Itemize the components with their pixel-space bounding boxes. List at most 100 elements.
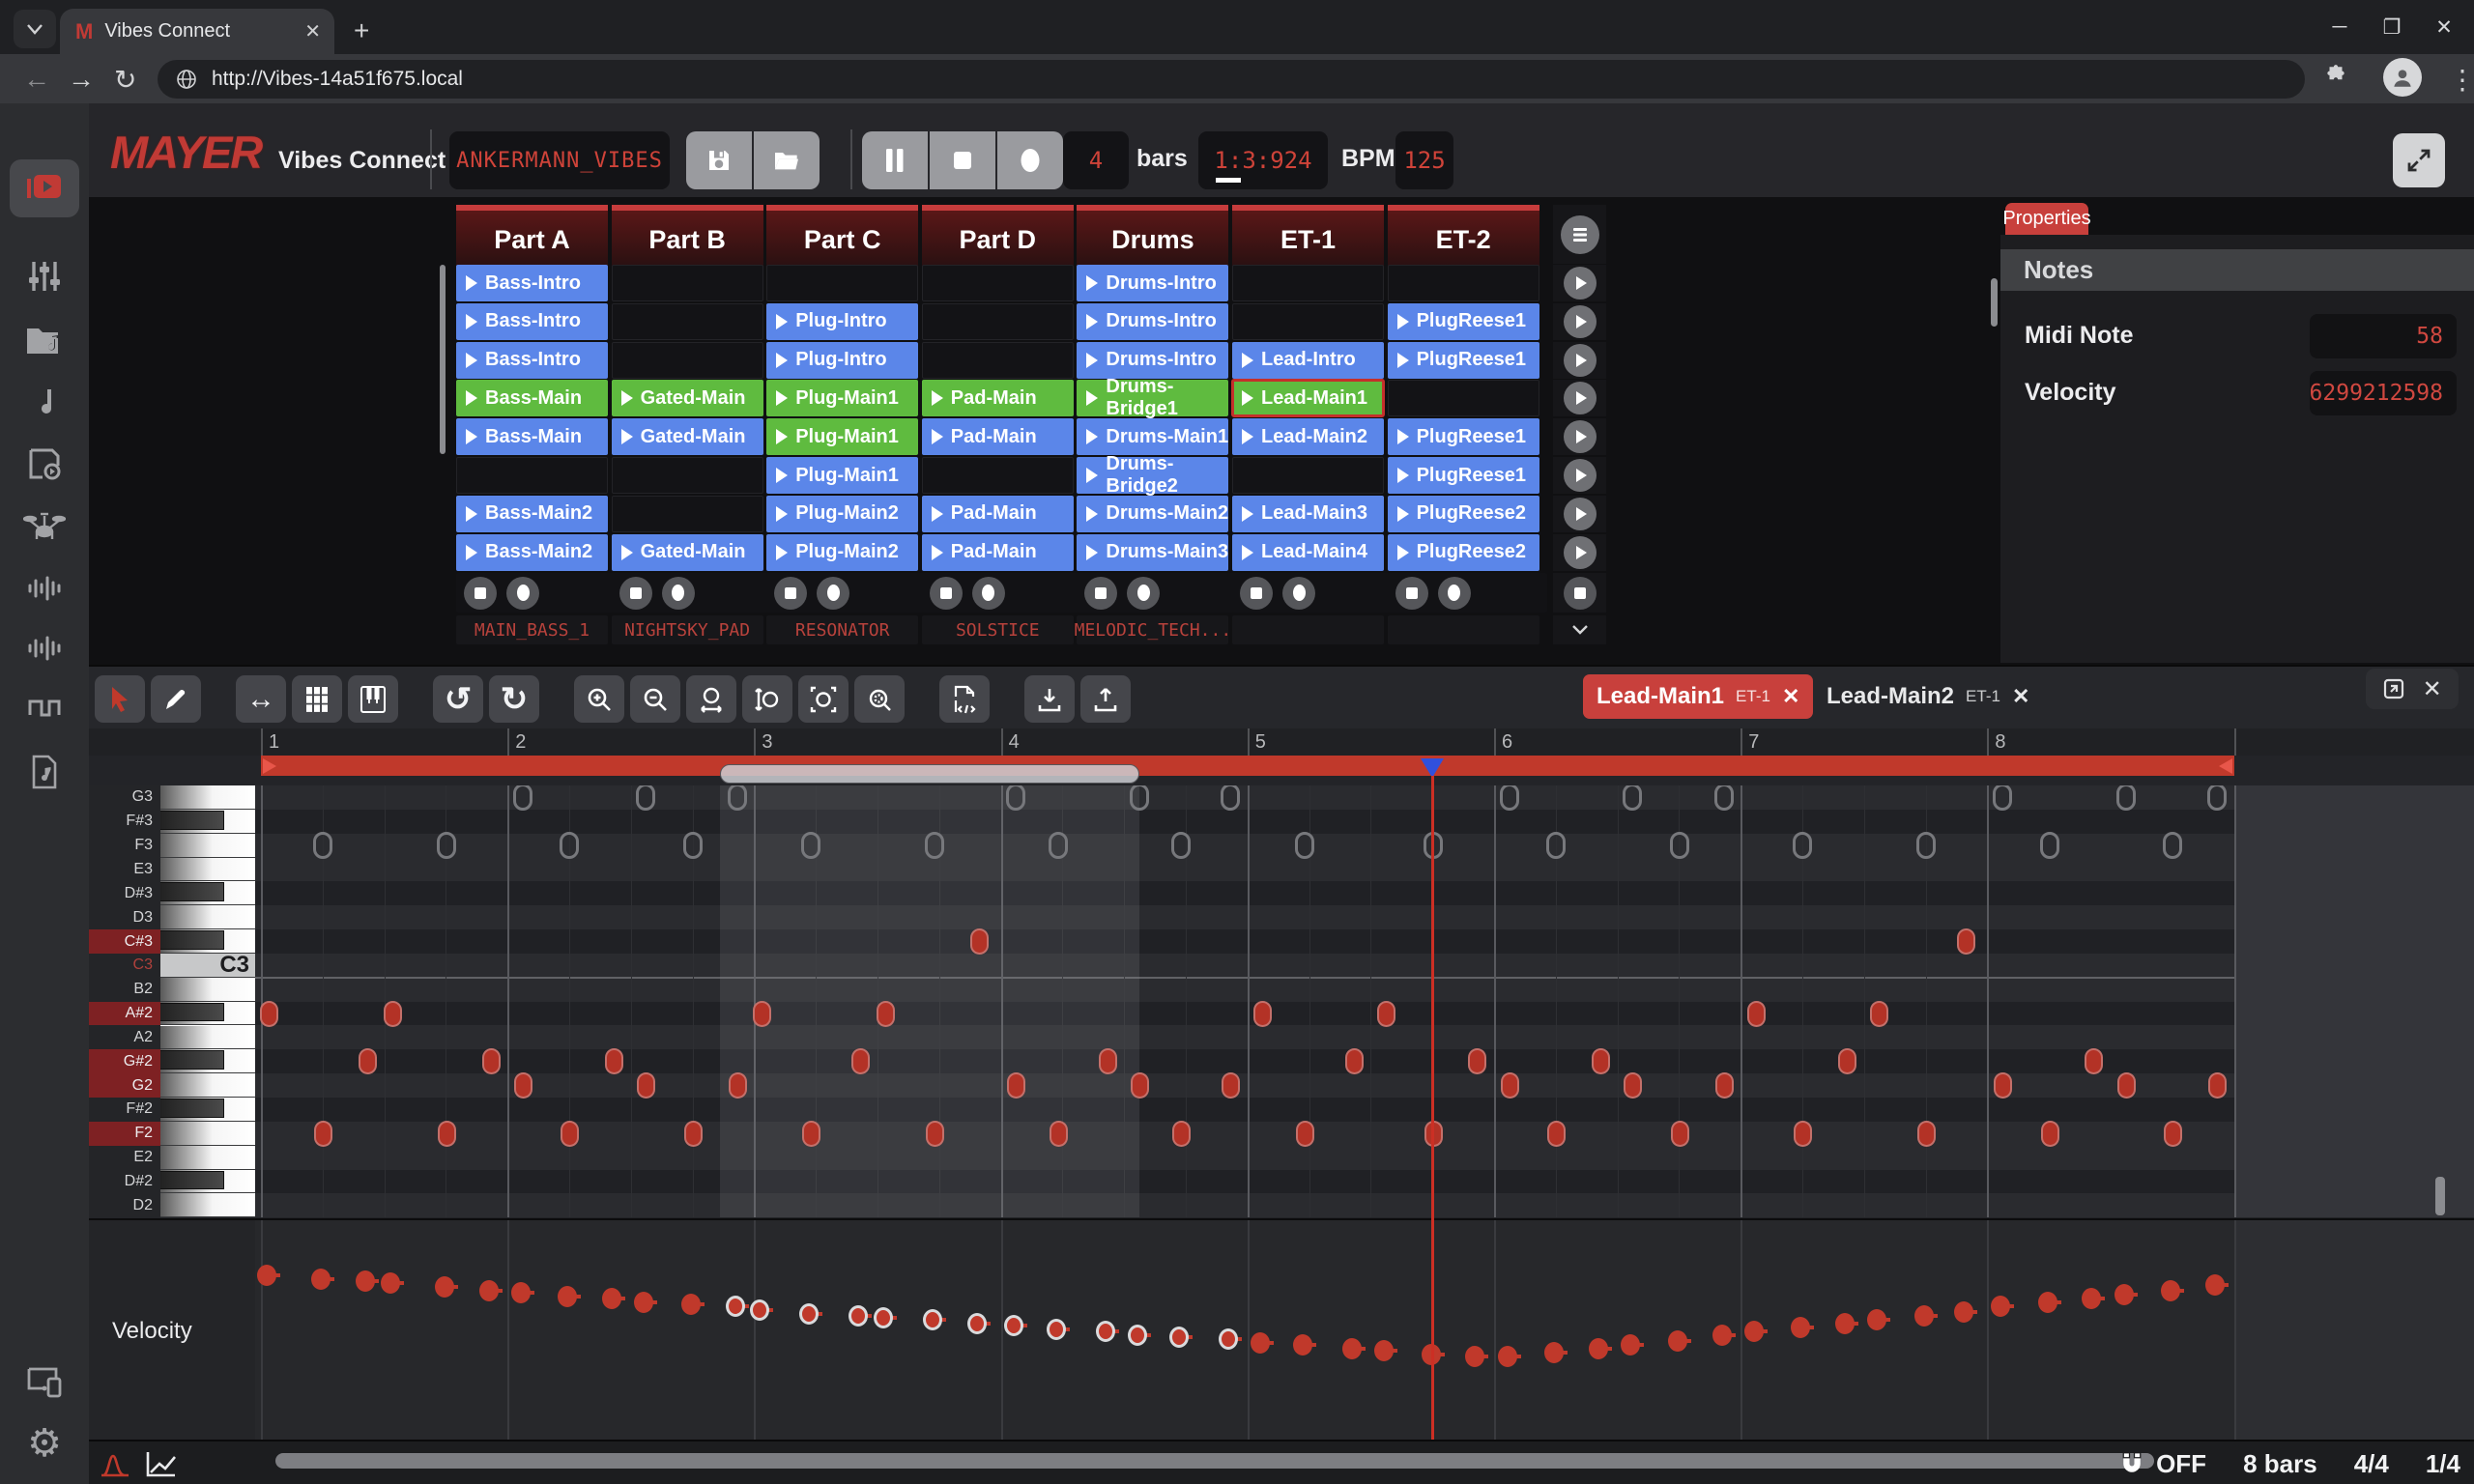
midi-note[interactable] bbox=[1050, 1121, 1068, 1147]
tab-close-icon[interactable]: ✕ bbox=[304, 19, 321, 43]
midi-note[interactable] bbox=[384, 1001, 402, 1027]
midi-note[interactable] bbox=[1994, 1072, 2012, 1099]
clip-plugreese2[interactable]: PlugReese2 bbox=[1388, 534, 1539, 571]
midi-note[interactable] bbox=[1007, 1072, 1025, 1099]
clip-drums-main3[interactable]: Drums-Main3 bbox=[1077, 534, 1228, 571]
time-signature[interactable]: 4/4 bbox=[2354, 1449, 2389, 1479]
clip-drums-main1[interactable]: Drums-Main1 bbox=[1077, 418, 1228, 455]
track-stop-button[interactable] bbox=[774, 577, 807, 610]
clip-slot-empty[interactable] bbox=[1232, 265, 1384, 301]
midi-note[interactable] bbox=[1099, 1048, 1117, 1074]
midi-note[interactable] bbox=[438, 1121, 456, 1147]
clip-slot-empty[interactable] bbox=[922, 342, 1074, 379]
midi-note[interactable] bbox=[1296, 1121, 1314, 1147]
piano-key-white[interactable] bbox=[160, 1026, 255, 1050]
midi-note[interactable] bbox=[877, 1001, 895, 1027]
track-record-button[interactable] bbox=[1282, 577, 1315, 610]
horizontal-scrollbar[interactable] bbox=[275, 1453, 2154, 1469]
piano-key-black[interactable] bbox=[160, 1099, 224, 1118]
midi-note[interactable] bbox=[561, 1121, 579, 1147]
clip-bass-main2[interactable]: Bass-Main2 bbox=[456, 496, 608, 532]
velocity-dot[interactable] bbox=[967, 1313, 987, 1334]
velocity-dot[interactable] bbox=[479, 1280, 499, 1301]
tool-zoom-h[interactable] bbox=[686, 675, 736, 723]
clip-plug-main1[interactable]: Plug-Main1 bbox=[766, 457, 918, 494]
tab-search-chevron-icon[interactable] bbox=[14, 10, 56, 48]
midi-note[interactable] bbox=[1377, 1001, 1395, 1027]
velocity-dot[interactable] bbox=[849, 1305, 868, 1327]
midi-note[interactable] bbox=[514, 1072, 532, 1099]
midi-note[interactable] bbox=[802, 1121, 820, 1147]
velocity-dot[interactable] bbox=[1251, 1332, 1270, 1354]
track-stop-button[interactable] bbox=[464, 577, 497, 610]
midi-note[interactable] bbox=[1172, 1121, 1191, 1147]
clip-plug-main1[interactable]: Plug-Main1 bbox=[766, 380, 918, 416]
clip-slot-empty[interactable] bbox=[612, 496, 763, 532]
clip-pad-main[interactable]: Pad-Main bbox=[922, 496, 1074, 532]
sidebar-item-sound-folder[interactable] bbox=[10, 312, 79, 370]
piano-key-white[interactable] bbox=[160, 834, 255, 858]
clip-lead-main3[interactable]: Lead-Main3 bbox=[1232, 496, 1384, 532]
clip-slot-empty[interactable] bbox=[456, 457, 608, 494]
new-tab-button[interactable]: + bbox=[354, 15, 369, 46]
piano-key-black[interactable] bbox=[160, 1050, 224, 1070]
popout-icon[interactable] bbox=[2382, 677, 2405, 700]
clip-gated-main[interactable]: Gated-Main bbox=[612, 380, 763, 416]
clip-slot-empty[interactable] bbox=[1232, 457, 1384, 494]
velocity-dot[interactable] bbox=[1293, 1334, 1312, 1356]
velocity-dot[interactable] bbox=[1096, 1321, 1115, 1342]
piano-key-white[interactable] bbox=[160, 1146, 255, 1170]
track-record-button[interactable] bbox=[817, 577, 849, 610]
sidebar-item-midi-doc[interactable] bbox=[10, 743, 79, 801]
midi-note[interactable] bbox=[2164, 1121, 2182, 1147]
velocity-dot[interactable] bbox=[1465, 1346, 1484, 1367]
properties-field-value-midi-note[interactable]: 58 bbox=[2310, 314, 2457, 358]
snap-toggle[interactable]: OFF bbox=[2117, 1449, 2206, 1479]
midi-note[interactable] bbox=[2085, 1048, 2103, 1074]
velocity-lane[interactable]: Velocity bbox=[89, 1218, 2474, 1441]
midi-note[interactable] bbox=[1345, 1048, 1364, 1074]
scene-launch-button[interactable] bbox=[1564, 498, 1597, 530]
bar-count-field[interactable]: 4 bbox=[1063, 131, 1129, 189]
clip-bass-main[interactable]: Bass-Main bbox=[456, 380, 608, 416]
clip-plug-intro[interactable]: Plug-Intro bbox=[766, 342, 918, 379]
velocity-dot[interactable] bbox=[1128, 1325, 1147, 1346]
tool-piano[interactable] bbox=[348, 675, 398, 723]
velocity-dot[interactable] bbox=[1374, 1340, 1394, 1361]
sidebar-item-clip-disk[interactable] bbox=[10, 435, 79, 493]
velocity-dot[interactable] bbox=[435, 1276, 454, 1298]
window-maximize-button[interactable]: ❐ bbox=[2370, 12, 2414, 43]
velocity-dot[interactable] bbox=[381, 1272, 400, 1294]
tab-properties[interactable]: Properties bbox=[2005, 203, 2088, 235]
clip-drums-bridge1[interactable]: Drums-Bridge1 bbox=[1077, 380, 1228, 416]
piano-key-white[interactable] bbox=[160, 1122, 255, 1146]
velocity-dot[interactable] bbox=[2038, 1292, 2057, 1313]
track-stop-button[interactable] bbox=[1395, 577, 1428, 610]
midi-note[interactable] bbox=[1624, 1072, 1642, 1099]
piano-key-white[interactable] bbox=[160, 978, 255, 1002]
clip-lead-main2[interactable]: Lead-Main2 bbox=[1232, 418, 1384, 455]
tool-midi-file[interactable] bbox=[939, 675, 990, 723]
clip-plugreese1[interactable]: PlugReese1 bbox=[1388, 342, 1539, 379]
midi-note[interactable] bbox=[729, 1072, 747, 1099]
window-minimize-button[interactable]: ─ bbox=[2317, 12, 2362, 43]
velocity-curve-icon[interactable] bbox=[99, 1449, 131, 1478]
clip-slot-empty[interactable] bbox=[612, 303, 763, 340]
clip-plugreese2[interactable]: PlugReese2 bbox=[1388, 496, 1539, 532]
loop-region-bar[interactable] bbox=[261, 756, 2234, 776]
midi-note[interactable] bbox=[2041, 1121, 2059, 1147]
velocity-dot[interactable] bbox=[750, 1299, 769, 1321]
tool-grid[interactable] bbox=[292, 675, 342, 723]
save-button[interactable] bbox=[686, 131, 752, 189]
clip-drums-main2[interactable]: Drums-Main2 bbox=[1077, 496, 1228, 532]
scene-launch-button[interactable] bbox=[1564, 305, 1597, 338]
midi-note[interactable] bbox=[1671, 1121, 1689, 1147]
velocity-dot[interactable] bbox=[1004, 1315, 1023, 1336]
forward-icon[interactable]: → bbox=[68, 64, 95, 95]
scene-launch-button[interactable] bbox=[1564, 267, 1597, 300]
piano-key-black[interactable] bbox=[160, 1003, 224, 1022]
tool-pencil[interactable] bbox=[151, 675, 201, 723]
velocity-dot[interactable] bbox=[1867, 1309, 1886, 1330]
velocity-dot[interactable] bbox=[923, 1309, 942, 1330]
midi-note[interactable] bbox=[314, 1121, 332, 1147]
